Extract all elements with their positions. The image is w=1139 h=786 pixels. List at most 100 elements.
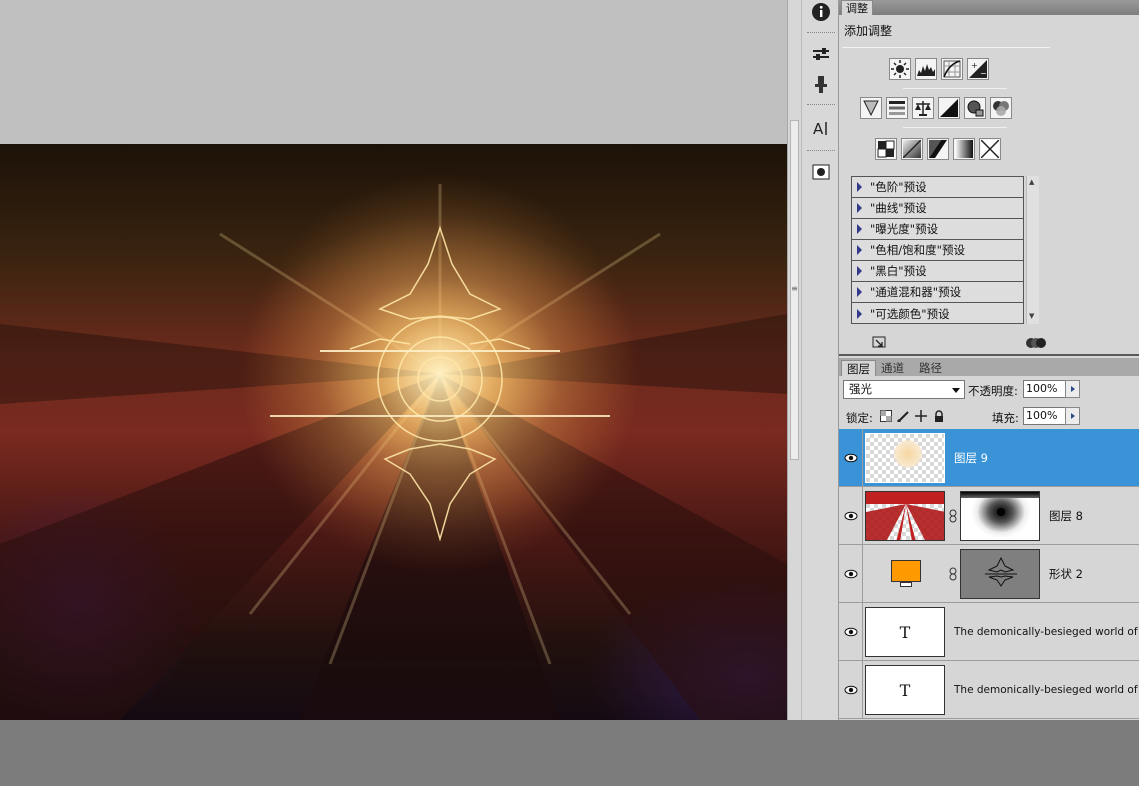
layer-name[interactable]: The demonically-besieged world of 副本: [954, 603, 1139, 660]
scroll-up-icon[interactable]: ▲: [1029, 178, 1034, 186]
expand-arrow-icon[interactable]: [857, 224, 862, 234]
photo-filter-icon[interactable]: [964, 97, 986, 119]
layer-row-shape-2[interactable]: 形状 2: [839, 545, 1139, 603]
levels-icon[interactable]: [915, 58, 937, 80]
document-artwork[interactable]: [0, 144, 787, 720]
expand-arrow-icon[interactable]: [857, 266, 862, 276]
blend-mode-select[interactable]: 强光: [843, 380, 965, 399]
scroll-down-icon[interactable]: ▼: [1029, 312, 1034, 320]
adjustments-tabbar: 调整: [839, 0, 1139, 15]
mask-icon[interactable]: [809, 160, 833, 184]
text-layer-thumbnail[interactable]: T: [865, 665, 945, 715]
vibrance-icon[interactable]: [860, 97, 882, 119]
expand-arrow-icon[interactable]: [857, 182, 862, 192]
expand-arrow-icon[interactable]: [857, 308, 862, 319]
lock-pixels-icon[interactable]: [896, 409, 909, 422]
eye-icon[interactable]: [839, 487, 863, 544]
tab-channels[interactable]: 通道: [876, 360, 909, 376]
fill-input[interactable]: 100%: [1023, 407, 1067, 425]
bottom-status-area: [0, 720, 1139, 786]
artwork-rays: [0, 174, 787, 720]
character-icon[interactable]: A: [809, 116, 833, 140]
preset-channel-mixer[interactable]: "通道混和器"预设: [852, 282, 1023, 303]
layer-mask-thumbnail[interactable]: [960, 491, 1040, 541]
expand-arrow-icon[interactable]: [857, 287, 862, 297]
invert-icon[interactable]: [875, 138, 897, 160]
posterize-icon[interactable]: [901, 138, 923, 160]
preset-exposure[interactable]: "曝光度"预设: [852, 219, 1023, 240]
layer-name[interactable]: 图层 9: [954, 429, 988, 486]
layer-row-text-copy[interactable]: T The demonically-besieged world of 副本: [839, 603, 1139, 661]
adjustment-icons-row-1: + −: [889, 58, 989, 80]
layer-row-layer-8[interactable]: 图层 8: [839, 487, 1139, 545]
expand-arrow-icon[interactable]: [857, 203, 862, 213]
preset-black-white[interactable]: "黑白"预设: [852, 261, 1023, 282]
layer-visibility-icon[interactable]: [1025, 336, 1047, 353]
exposure-icon[interactable]: + −: [967, 58, 989, 80]
document-vertical-scrollbar[interactable]: ≡: [787, 0, 801, 720]
lock-label: 锁定:: [846, 411, 873, 425]
layers-list: 图层 9 图层 8 形状 2 T The demonically-besiege…: [839, 429, 1139, 722]
tab-paths[interactable]: 路径: [914, 360, 947, 376]
layer-name[interactable]: 形状 2: [1049, 545, 1083, 602]
opacity-input[interactable]: 100%: [1023, 380, 1067, 398]
sliders-icon[interactable]: [809, 42, 833, 66]
tab-adjustments[interactable]: 调整: [841, 0, 873, 15]
eye-icon[interactable]: [839, 661, 863, 718]
hue-saturation-icon[interactable]: [886, 97, 908, 119]
layer-thumbnail[interactable]: [865, 491, 945, 541]
preset-hue-saturation[interactable]: "色相/饱和度"预设: [852, 240, 1023, 261]
link-icon[interactable]: [949, 567, 957, 581]
link-icon[interactable]: [949, 509, 957, 523]
canvas-workspace[interactable]: [0, 0, 787, 720]
preset-levels[interactable]: "色阶"预设: [852, 177, 1023, 198]
layers-tabbar: 图层 通道 路径: [839, 358, 1139, 376]
fill-slider-button[interactable]: [1065, 407, 1080, 425]
opacity-slider-button[interactable]: [1065, 380, 1080, 398]
curves-icon[interactable]: [941, 58, 963, 80]
layer-name[interactable]: 图层 8: [1049, 487, 1083, 544]
lock-all-icon[interactable]: [932, 409, 945, 422]
vector-mask-thumbnail[interactable]: [960, 549, 1040, 599]
presets-scrollbar[interactable]: ▲ ▼: [1026, 176, 1039, 324]
threshold-icon[interactable]: [927, 138, 949, 160]
tab-layers[interactable]: 图层: [841, 360, 876, 376]
layer-thumbnail[interactable]: [865, 433, 945, 483]
layer-name[interactable]: The demonically-besieged world of 副本: [954, 661, 1139, 718]
black-white-icon[interactable]: [938, 97, 960, 119]
blend-mode-value: 强光: [849, 382, 872, 396]
layer-thumbnail[interactable]: [865, 549, 945, 599]
preset-curves[interactable]: "曲线"预设: [852, 198, 1023, 219]
divider: [903, 127, 1007, 128]
preset-label: "可选颜色"预设: [870, 306, 950, 321]
panel-resize-grip[interactable]: ≡: [790, 284, 799, 293]
lock-transparent-icon[interactable]: [879, 409, 892, 422]
preset-selective-color[interactable]: "可选颜色"预设: [852, 303, 1023, 324]
preset-label: "色相/饱和度"预设: [870, 243, 965, 257]
svg-text:A: A: [813, 120, 824, 138]
tool-separator: [807, 32, 835, 33]
svg-text:+: +: [971, 61, 978, 70]
info-icon[interactable]: [809, 0, 833, 24]
photoshop-window: ≡ A 调整 添加调整 + − "色阶"预设 "曲线"预设 "曝光度"预设 "色…: [0, 0, 1139, 786]
eye-icon[interactable]: [839, 429, 863, 486]
channel-mixer-icon[interactable]: [990, 97, 1012, 119]
layer-row-text-copy[interactable]: T The demonically-besieged world of 副本: [839, 661, 1139, 719]
selective-color-icon[interactable]: [979, 138, 1001, 160]
preset-label: "曝光度"预设: [870, 222, 939, 236]
color-balance-icon[interactable]: [912, 97, 934, 119]
layers-panel: 图层 通道 路径 强光 不透明度: 100% 锁定: 填充: 100% 图层 9…: [839, 354, 1139, 720]
layer-row-layer-9[interactable]: 图层 9: [839, 429, 1139, 487]
clone-source-icon[interactable]: [809, 72, 833, 96]
expand-arrow-icon[interactable]: [857, 245, 862, 255]
fill-label: 填充:: [992, 411, 1019, 425]
eye-icon[interactable]: [839, 603, 863, 660]
adjustment-presets-list: "色阶"预设 "曲线"预设 "曝光度"预设 "色相/饱和度"预设 "黑白"预设 …: [851, 176, 1024, 324]
eye-icon[interactable]: [839, 545, 863, 602]
text-layer-thumbnail[interactable]: T: [865, 607, 945, 657]
adjustments-panel: 调整 添加调整 + − "色阶"预设 "曲线"预设 "曝光度"预设 "色相/饱和…: [839, 0, 1139, 354]
lock-position-icon[interactable]: [914, 409, 927, 422]
gradient-map-icon[interactable]: [953, 138, 975, 160]
return-to-list-icon[interactable]: [872, 336, 888, 353]
brightness-icon[interactable]: [889, 58, 911, 80]
